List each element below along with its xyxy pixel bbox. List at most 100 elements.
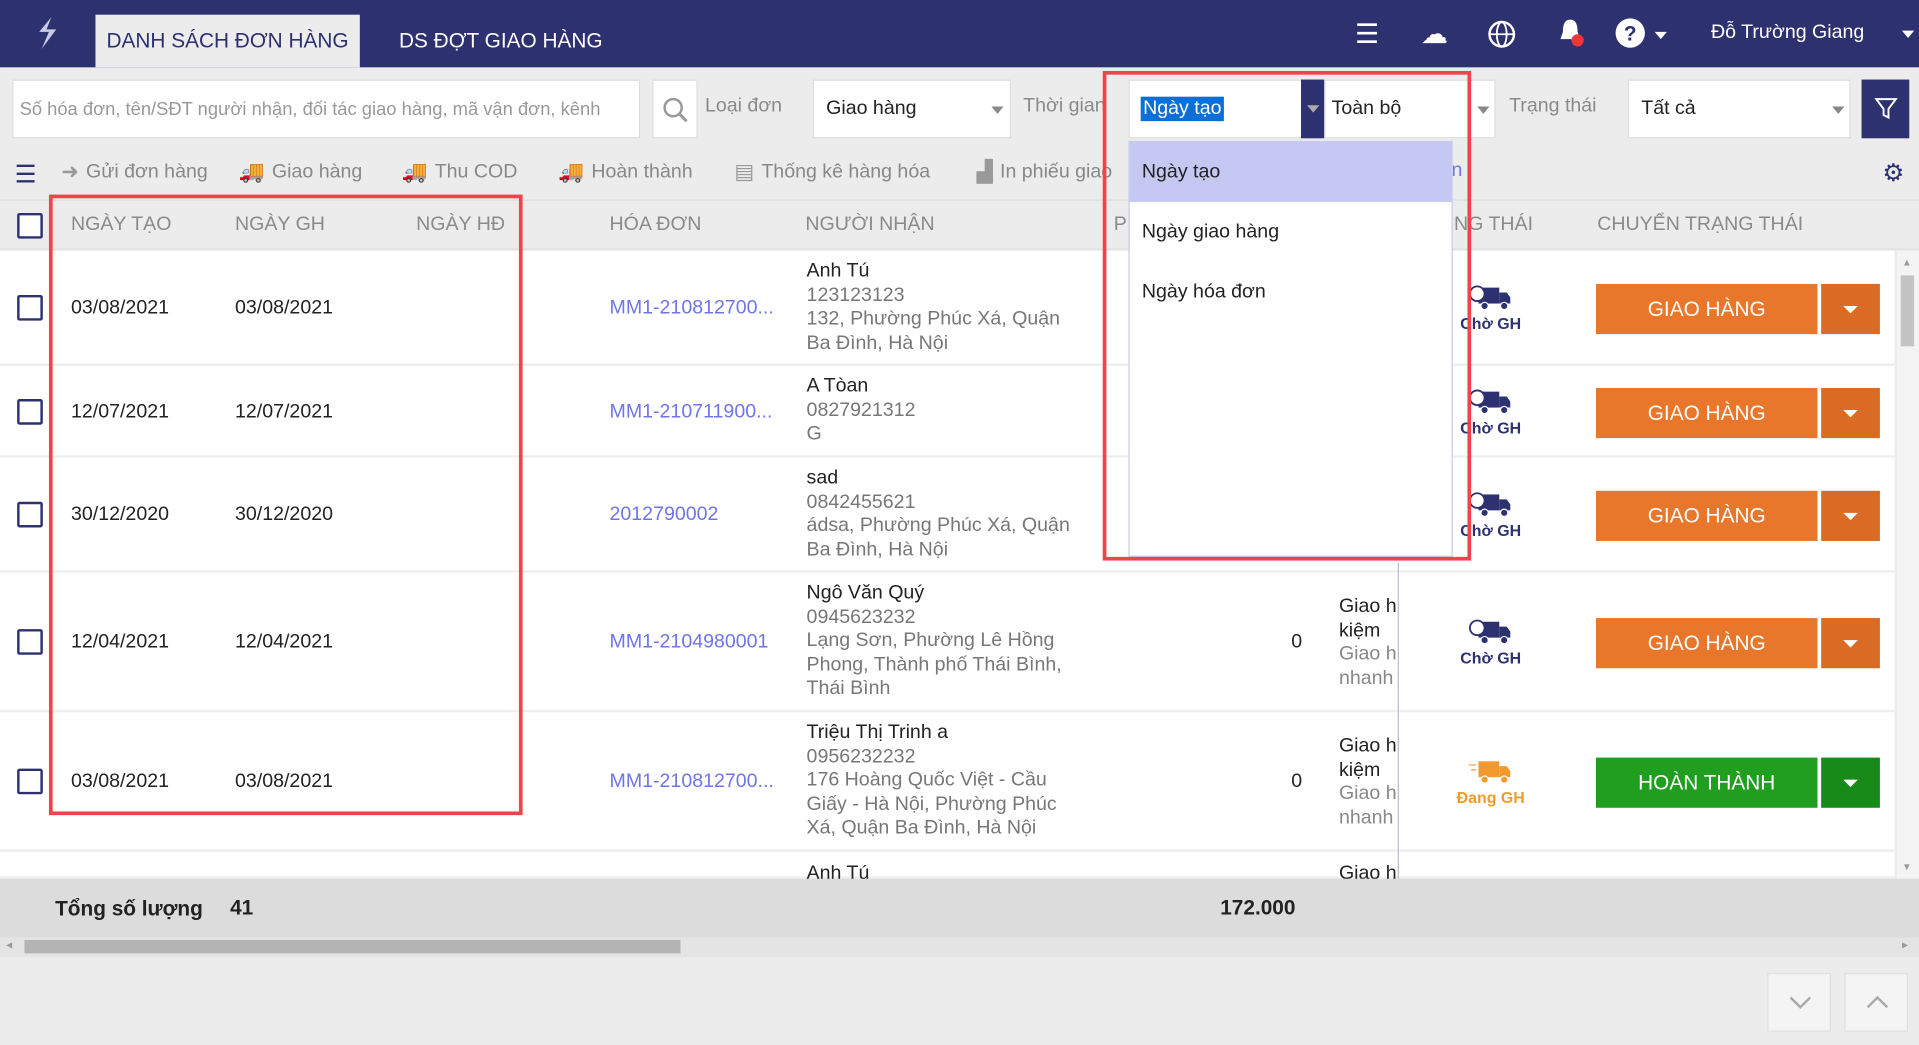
toolbar-complete[interactable]: 🚚 Hoàn thành [558, 160, 693, 184]
recipient-phone: 123123123 [806, 284, 905, 306]
toolbar-menu-icon[interactable]: ☰ [15, 159, 37, 190]
toolbar-collect-cod[interactable]: 🚚 Thu COD [401, 160, 517, 184]
delivery-service: Giao h kiệm Giao h nhanh [1339, 734, 1398, 829]
help-caret-icon[interactable] [1654, 31, 1667, 40]
service-text: Giao h [1338, 735, 1397, 757]
recipient-address: Lạng Sơn, Phường Lê Hồng Phong, Thành ph… [806, 630, 1062, 699]
toolbar-send-order[interactable]: ➜ Gửi đơn hàng [61, 160, 208, 184]
print-icon: ▟ [976, 160, 993, 184]
menu-icon[interactable]: ☰ [1350, 17, 1384, 51]
scroll-up-arrow-icon[interactable]: ▲ [1902, 257, 1912, 268]
total-amount: 172.000 [1220, 895, 1296, 920]
column-invoice[interactable]: HÓA ĐƠN [610, 214, 702, 236]
column-recipient[interactable]: NGƯỜI NHẬN [805, 214, 934, 236]
toolbar-label: Thu COD [434, 161, 518, 183]
row-checkbox[interactable] [17, 629, 43, 655]
waiting-truck-icon [1468, 388, 1511, 414]
recipient-cell: A Tòan 0827921312 G [807, 375, 1088, 447]
recipient-name: A Tòan [806, 375, 869, 397]
help-icon[interactable]: ? [1613, 17, 1647, 51]
total-count: 41 [230, 895, 254, 920]
recipient-cell: Triệu Thị Trinh a 0956232232 176 Hoàng Quố… [807, 721, 1088, 840]
select-all-checkbox[interactable] [17, 212, 43, 239]
scroll-up-button[interactable] [1844, 973, 1909, 1032]
change-status-button[interactable]: GIAO HÀNG [1595, 283, 1818, 335]
cloud-sync-icon[interactable]: ☁ [1417, 17, 1451, 51]
service-text: nhanh [1338, 667, 1394, 689]
chevron-down-icon [1832, 106, 1845, 114]
tab-delivery-batches[interactable]: DS ĐỢT GIAO HÀNG [388, 15, 614, 68]
row-checkbox[interactable] [17, 768, 43, 795]
order-type-select[interactable]: Giao hàng [812, 79, 1011, 139]
delivery-service: Giao h kiệm Giao h nhanh [1339, 595, 1398, 690]
delivery-status: Đang GH [1456, 788, 1525, 807]
recipient-cell: Anh Tú 123123123 132, Phường Phúc Xá, Quận… [807, 259, 1088, 354]
recipient-address: ádsa, Phường Phúc Xá, Quận Ba Đình, Hà N… [806, 515, 1070, 560]
invoice-link[interactable]: MM1-2104980001 [610, 632, 769, 654]
order-type-value: Giao hàng [826, 97, 917, 119]
scroll-right-arrow-icon[interactable]: ▸ [1902, 939, 1908, 952]
annotation-highlight-dropdown [1102, 70, 1472, 561]
column-divider [1397, 562, 1399, 879]
scroll-down-arrow-icon[interactable]: ▼ [1902, 862, 1912, 873]
recipient-address: G [806, 423, 822, 445]
toolbar-deliver[interactable]: 🚚 Giao hàng [239, 160, 363, 184]
time-label: Thời gian [1023, 95, 1106, 117]
status-options-button[interactable] [1821, 618, 1880, 669]
scroll-down-button[interactable] [1767, 973, 1831, 1032]
invoice-link[interactable]: MM1-210812700... [610, 771, 774, 793]
delivery-status: Chờ GH [1460, 648, 1522, 668]
change-status-button[interactable]: GIAO HÀNG [1595, 618, 1818, 669]
filter-icon [1874, 98, 1898, 120]
horizontal-scroll-thumb[interactable] [24, 939, 681, 954]
toolbar-goods-stats[interactable]: ▤ Thống kê hàng hóa [734, 160, 930, 184]
chevron-down-icon [1477, 106, 1490, 114]
horizontal-scrollbar[interactable]: ◂ ▸ [0, 937, 1919, 958]
column-change-status[interactable]: CHUYỂN TRẠNG THÁI [1597, 214, 1803, 236]
invoice-link[interactable]: 2012790002 [610, 504, 719, 526]
search-icon [663, 97, 688, 123]
caret-down-icon [1843, 305, 1858, 314]
user-name[interactable]: Đỗ Trường Giang [1711, 22, 1864, 44]
vertical-scroll-thumb[interactable] [1900, 275, 1915, 347]
change-status-button[interactable]: HOÀN THÀNH [1595, 757, 1818, 808]
recipient-address: 176 Hoàng Quốc Việt - Cầu Giấy - Hà Nội,… [806, 769, 1057, 839]
scroll-left-arrow-icon[interactable]: ◂ [6, 939, 12, 952]
row-checkbox[interactable] [17, 398, 43, 425]
recipient-name: Triệu Thị Trinh a [806, 722, 949, 743]
gear-icon[interactable]: ⚙ [1882, 158, 1904, 189]
recipient-phone: 0945623232 [806, 606, 916, 628]
chevron-up-icon [1866, 995, 1889, 1009]
row-checkbox[interactable] [17, 501, 43, 528]
recipient-name: Anh Tú [806, 260, 870, 282]
toolbar-label: Hoàn thành [591, 161, 693, 183]
search-button[interactable] [652, 79, 698, 139]
service-text: Giao h [1338, 643, 1397, 665]
invoice-link[interactable]: MM1-210711900... [610, 401, 773, 423]
service-text: Giao h [1338, 596, 1397, 617]
waiting-truck-icon [1468, 619, 1511, 645]
globe-icon[interactable] [1485, 17, 1519, 51]
totals-row: Tổng số lượng 41 172.000 [0, 878, 1919, 938]
user-menu-caret-icon[interactable] [1901, 30, 1915, 38]
change-status-button[interactable]: GIAO HÀNG [1595, 490, 1818, 541]
recipient-name: Ngô Văn Quý [806, 582, 925, 604]
toolbar-print-delivery[interactable]: ▟ In phiếu giao [977, 160, 1113, 184]
status-options-button[interactable] [1821, 283, 1880, 335]
caret-down-icon [1843, 512, 1858, 521]
status-options-button[interactable] [1821, 490, 1880, 541]
status-select[interactable]: Tất cả [1627, 79, 1851, 139]
invoice-link[interactable]: MM1-210812700... [610, 297, 774, 319]
change-status-button[interactable]: GIAO HÀNG [1595, 387, 1818, 438]
bell-icon[interactable] [1553, 17, 1587, 51]
tab-order-list[interactable]: DANH SÁCH ĐƠN HÀNG [95, 14, 360, 68]
filter-button[interactable] [1861, 79, 1910, 139]
delivering-truck-icon [1468, 761, 1511, 784]
recipient-cell: sad 0842455621 ádsa, Phường Phúc Xá, Quận … [807, 466, 1088, 561]
toolbar-label: In phiếu giao [1000, 161, 1113, 183]
vertical-scrollbar[interactable]: ▲ ▼ [1897, 250, 1919, 879]
search-input[interactable]: Số hóa đơn, tên/SĐT người nhận, đối tác … [12, 79, 641, 139]
status-options-button[interactable] [1821, 387, 1880, 438]
row-checkbox[interactable] [17, 294, 43, 321]
status-options-button[interactable] [1821, 757, 1880, 808]
